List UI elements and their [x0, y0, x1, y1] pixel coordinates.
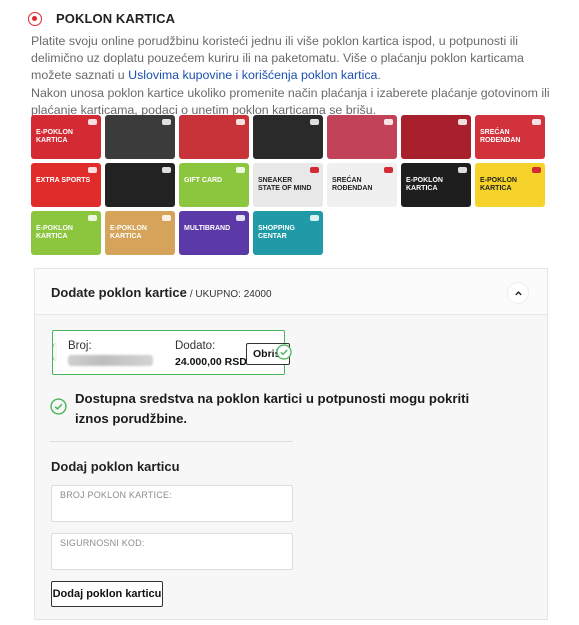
- gift-card-note: Nakon unosa poklon kartice ukoliko prome…: [31, 86, 550, 117]
- card-added-label: Dodato:: [175, 340, 216, 352]
- gift-card-thumbnail: SREĆAN ROĐENDAN: [475, 115, 545, 159]
- card-number-label: Broj:: [68, 340, 92, 352]
- added-gift-card: Broj: Dodato: 24.000,00 RSD Obriši: [52, 330, 291, 375]
- brand-logo-icon: [162, 167, 171, 173]
- panel-total: / UKUPNO: 24000: [189, 289, 272, 300]
- collapse-button[interactable]: [507, 282, 529, 304]
- panel-header[interactable]: Dodate poklon kartice / UKUPNO: 24000: [35, 269, 547, 315]
- card-valid-check-icon: [276, 344, 292, 360]
- brand-logo-icon: [88, 167, 97, 173]
- brand-logo-icon: [532, 119, 541, 125]
- radio-selected-icon[interactable]: [28, 11, 42, 26]
- gift-card-thumbnail: [327, 115, 397, 159]
- card-number-field: [51, 485, 293, 522]
- gift-card-thumbnail: EXTRA SPORTS: [31, 163, 101, 207]
- add-card-title: Dodaj poklon karticu: [51, 459, 180, 474]
- gift-card-thumbnail-text: SREĆAN ROĐENDAN: [480, 129, 521, 144]
- brand-logo-icon: [310, 215, 319, 221]
- security-code-field: [51, 533, 293, 570]
- divider: [50, 441, 293, 442]
- gift-card-thumbnail-text: E-POKLON KARTICA: [110, 225, 147, 240]
- gift-card-thumbnail: E-POKLON KARTICA: [31, 115, 101, 159]
- gift-card-description: Platite svoju online porudžbinu koristeć…: [31, 33, 561, 84]
- card-number-masked: [68, 355, 153, 366]
- gift-card-thumbnail-text: SHOPPING CENTAR: [258, 225, 295, 240]
- gift-card-thumbnail-text: E-POKLON KARTICA: [406, 177, 443, 192]
- gift-card-thumbnail: [253, 115, 323, 159]
- security-code-input[interactable]: [52, 536, 292, 550]
- card-amount: 24.000,00 RSD: [175, 356, 247, 368]
- brand-logo-icon: [236, 167, 245, 173]
- brand-logo-icon: [384, 119, 393, 125]
- gift-card-thumbnail: [105, 163, 175, 207]
- payment-option-label: POKLON KARTICA: [56, 11, 176, 26]
- chevron-up-icon: [515, 291, 522, 296]
- panel-title: Dodate poklon kartice / UKUPNO: 24000: [51, 285, 272, 300]
- brand-logo-icon: [532, 167, 541, 173]
- gift-card-thumbnail: E-POKLON KARTICA: [105, 211, 175, 255]
- terms-link[interactable]: Uslovima kupovine i korišćenja poklon ka…: [128, 68, 377, 82]
- brand-logo-icon: [310, 167, 319, 173]
- gift-card-thumbnail: [105, 115, 175, 159]
- gift-card-thumbnail-text: SNEAKER STATE OF MIND: [258, 177, 312, 192]
- gift-card-thumbnail: SREĆAN ROĐENDAN: [327, 163, 397, 207]
- gift-card-thumbnail: [401, 115, 471, 159]
- gift-card-thumbnail: GIFT CARD: [179, 163, 249, 207]
- brand-logo-icon: [236, 119, 245, 125]
- added-gift-cards-panel: Dodate poklon kartice / UKUPNO: 24000 Bro…: [34, 268, 548, 620]
- description-period: .: [377, 68, 381, 82]
- brand-logo-icon: [310, 119, 319, 125]
- brand-logo-icon: [88, 119, 97, 125]
- gift-card-thumbnail-text: EXTRA SPORTS: [36, 177, 91, 184]
- brand-logo-icon: [458, 167, 467, 173]
- gift-card-thumbnail: SHOPPING CENTAR: [253, 211, 323, 255]
- brand-logo-icon: [162, 215, 171, 221]
- brand-logo-icon: [88, 215, 97, 221]
- gift-card-thumbnail-text: E-POKLON KARTICA: [36, 225, 73, 240]
- panel-title-text: Dodate poklon kartice: [51, 285, 187, 300]
- gift-card-thumbnail-text: E-POKLON KARTICA: [480, 177, 517, 192]
- brand-logo-icon: [384, 167, 393, 173]
- gift-card-thumbnail: E-POKLON KARTICA: [31, 211, 101, 255]
- gift-card-thumbnail: E-POKLON KARTICA: [475, 163, 545, 207]
- gift-card-thumbnail-text: SREĆAN ROĐENDAN: [332, 177, 373, 192]
- gift-card-thumbnail: MULTIBRAND: [179, 211, 249, 255]
- gift-card-thumbnail-text: GIFT CARD: [184, 177, 223, 184]
- gift-card-thumbnail-text: E-POKLON KARTICA: [36, 129, 73, 144]
- success-check-icon: [50, 398, 67, 415]
- brand-logo-icon: [236, 215, 245, 221]
- brand-logo-icon: [162, 119, 171, 125]
- gift-card-thumbnail-text: MULTIBRAND: [184, 225, 231, 232]
- coverage-message: Dostupna sredstva na poklon kartici u po…: [75, 391, 470, 426]
- card-number-input[interactable]: [52, 488, 292, 502]
- payment-option-gift-card[interactable]: POKLON KARTICA: [28, 11, 175, 26]
- add-gift-card-button[interactable]: Dodaj poklon karticu: [51, 581, 163, 607]
- brand-logo-icon: [458, 119, 467, 125]
- gift-card-thumbnail: SNEAKER STATE OF MIND: [253, 163, 323, 207]
- gift-card-thumbnail: E-POKLON KARTICA: [401, 163, 471, 207]
- gift-card-thumbnail: [179, 115, 249, 159]
